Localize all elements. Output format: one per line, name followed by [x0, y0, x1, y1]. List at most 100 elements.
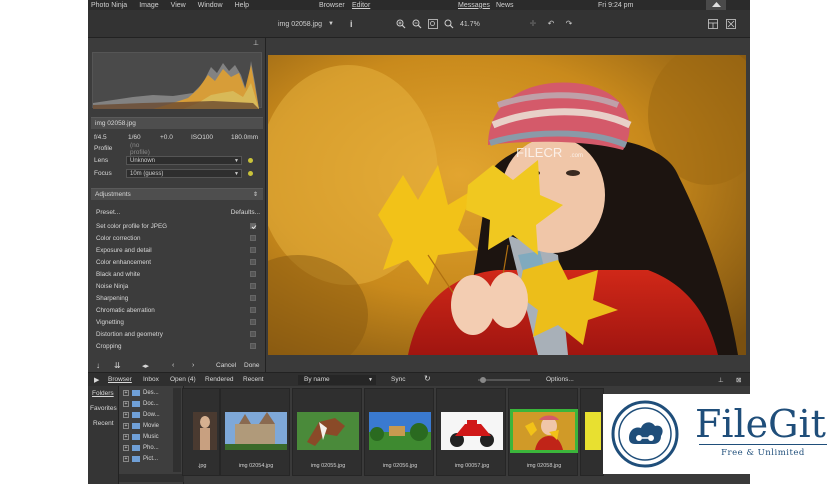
- double-arrow-down-icon[interactable]: ⇊: [114, 361, 121, 370]
- focus-row: Focus: [94, 168, 112, 179]
- pin-icon[interactable]: ⊥: [718, 376, 724, 384]
- adjustment-item[interactable]: Color correction: [96, 232, 256, 244]
- expand-icon[interactable]: +: [123, 412, 129, 418]
- adjustment-checkbox[interactable]: [250, 331, 256, 337]
- adjustment-checkbox[interactable]: [250, 247, 256, 253]
- adjustment-item[interactable]: Color enhancement: [96, 256, 256, 268]
- adjustment-checkbox[interactable]: [250, 223, 257, 230]
- sort-select[interactable]: By name ▼: [298, 375, 376, 385]
- folder-item[interactable]: + Movie: [123, 423, 159, 429]
- thumbnail-cell[interactable]: .jpg: [182, 388, 220, 476]
- adjustment-checkbox[interactable]: [250, 235, 256, 241]
- thumbnail-cell-selected[interactable]: img 02058.jpg: [508, 388, 578, 476]
- adjustment-item[interactable]: Exposure and detail: [96, 244, 256, 256]
- thumbnail-cell[interactable]: [580, 388, 604, 476]
- expand-icon[interactable]: +: [123, 456, 129, 462]
- tab-browser-bottom[interactable]: Browser: [108, 376, 132, 383]
- adjustment-checkbox[interactable]: [250, 295, 256, 301]
- crosshair-icon[interactable]: ✛: [528, 19, 538, 29]
- expand-icon[interactable]: +: [123, 401, 129, 407]
- options-button[interactable]: Options...: [546, 376, 574, 383]
- folder-icon: [132, 456, 140, 462]
- aperture: f/4.5: [94, 134, 107, 141]
- adjustment-checkbox[interactable]: [250, 343, 256, 349]
- adjustment-item[interactable]: Noise Ninja: [96, 280, 256, 292]
- slider-handle[interactable]: [480, 377, 486, 383]
- defaults-button[interactable]: Defaults...: [231, 209, 260, 216]
- messages-link[interactable]: Messages: [458, 0, 490, 10]
- adjustment-item[interactable]: Sharpening: [96, 292, 256, 304]
- lens-select[interactable]: Unknown ▼: [126, 156, 242, 165]
- menu-help[interactable]: Help: [229, 2, 255, 9]
- folder-item[interactable]: + Pho...: [123, 445, 159, 451]
- thumbnail-cell[interactable]: img 02055.jpg: [292, 388, 362, 476]
- done-button[interactable]: Done: [244, 362, 260, 369]
- folder-item[interactable]: + Music: [123, 434, 159, 440]
- main-photo[interactable]: FILECR .com: [268, 55, 746, 355]
- sync-button[interactable]: Sync: [391, 376, 405, 383]
- expand-icon[interactable]: +: [123, 423, 129, 429]
- expand-icon[interactable]: +: [123, 445, 129, 451]
- adjustment-checkbox[interactable]: [250, 271, 256, 277]
- folder-item[interactable]: + Dow...: [123, 412, 160, 418]
- refresh-icon[interactable]: ↻: [424, 374, 431, 383]
- cancel-button[interactable]: Cancel: [216, 362, 236, 369]
- adjustment-checkbox[interactable]: [250, 319, 256, 325]
- expand-icon[interactable]: +: [123, 434, 129, 440]
- tab-recent[interactable]: Recent: [243, 376, 264, 383]
- file-selector[interactable]: img 02058.jpg ▼: [278, 10, 334, 38]
- split-icon[interactable]: ◂▸: [142, 362, 149, 370]
- adjustment-item[interactable]: Black and white: [96, 268, 256, 280]
- expand-icon[interactable]: ⇕: [253, 191, 258, 198]
- next-icon[interactable]: ›: [192, 362, 194, 369]
- tab-browser[interactable]: Browser: [319, 0, 345, 10]
- expand-icon[interactable]: +: [123, 390, 129, 396]
- tree-hscrollbar[interactable]: [119, 474, 185, 482]
- menu-app[interactable]: Photo Ninja: [88, 2, 133, 9]
- news-link[interactable]: News: [496, 0, 514, 10]
- adjustment-checkbox[interactable]: [250, 307, 256, 313]
- thumbnail-cell[interactable]: img 00057.jpg: [436, 388, 506, 476]
- adjustment-item[interactable]: Distortion and geometry: [96, 328, 256, 340]
- layout-icon[interactable]: [708, 19, 718, 29]
- play-icon[interactable]: ▶: [94, 376, 99, 384]
- info-icon[interactable]: i: [350, 10, 353, 38]
- tab-editor[interactable]: Editor: [352, 0, 370, 10]
- prev-icon[interactable]: ‹: [172, 362, 174, 369]
- nav-favorites[interactable]: Favorites: [90, 405, 117, 412]
- menu-image[interactable]: Image: [133, 2, 164, 9]
- nav-folders[interactable]: Folders: [92, 390, 114, 397]
- adjustment-item[interactable]: Chromatic aberration: [96, 304, 256, 316]
- redo-icon[interactable]: ↷: [564, 19, 574, 29]
- zoom-actual-icon[interactable]: [444, 19, 454, 29]
- fullscreen-icon[interactable]: [726, 19, 736, 29]
- arrow-down-icon[interactable]: ↓: [96, 361, 100, 370]
- zoom-fit-icon[interactable]: [428, 19, 438, 29]
- adjustment-checkbox[interactable]: [250, 259, 256, 265]
- tab-rendered[interactable]: Rendered: [205, 376, 234, 383]
- adjustment-item[interactable]: Set color profile for JPEG: [96, 220, 257, 232]
- pin-icon[interactable]: ⊥: [253, 39, 259, 47]
- tree-scrollbar[interactable]: [173, 388, 181, 472]
- tab-open[interactable]: Open (4): [170, 376, 196, 383]
- thumbnail-cell[interactable]: img 02054.jpg: [220, 388, 290, 476]
- adjustment-item[interactable]: Cropping: [96, 340, 256, 352]
- folder-item[interactable]: + Doc...: [123, 401, 159, 407]
- adjustment-checkbox[interactable]: [250, 283, 256, 289]
- zoom-in-icon[interactable]: [396, 19, 406, 29]
- adjustment-item[interactable]: Vignetting: [96, 316, 256, 328]
- zoom-out-icon[interactable]: [412, 19, 422, 29]
- eject-icon[interactable]: [706, 0, 726, 10]
- folder-item[interactable]: + Des...: [123, 390, 159, 396]
- menu-window[interactable]: Window: [192, 2, 229, 9]
- thumbnail-cell[interactable]: img 02056.jpg: [364, 388, 434, 476]
- nav-recent[interactable]: Recent: [93, 420, 114, 427]
- folder-item[interactable]: + Pict...: [123, 456, 158, 462]
- undo-icon[interactable]: ↶: [546, 19, 556, 29]
- tab-inbox[interactable]: Inbox: [143, 376, 159, 383]
- preset-button[interactable]: Preset...: [96, 209, 120, 216]
- menu-view[interactable]: View: [165, 2, 192, 9]
- adjustments-header[interactable]: Adjustments ⇕: [91, 188, 263, 200]
- close-icon[interactable]: ⊠: [736, 376, 741, 384]
- focus-select[interactable]: 10m (guess) ▼: [126, 169, 242, 178]
